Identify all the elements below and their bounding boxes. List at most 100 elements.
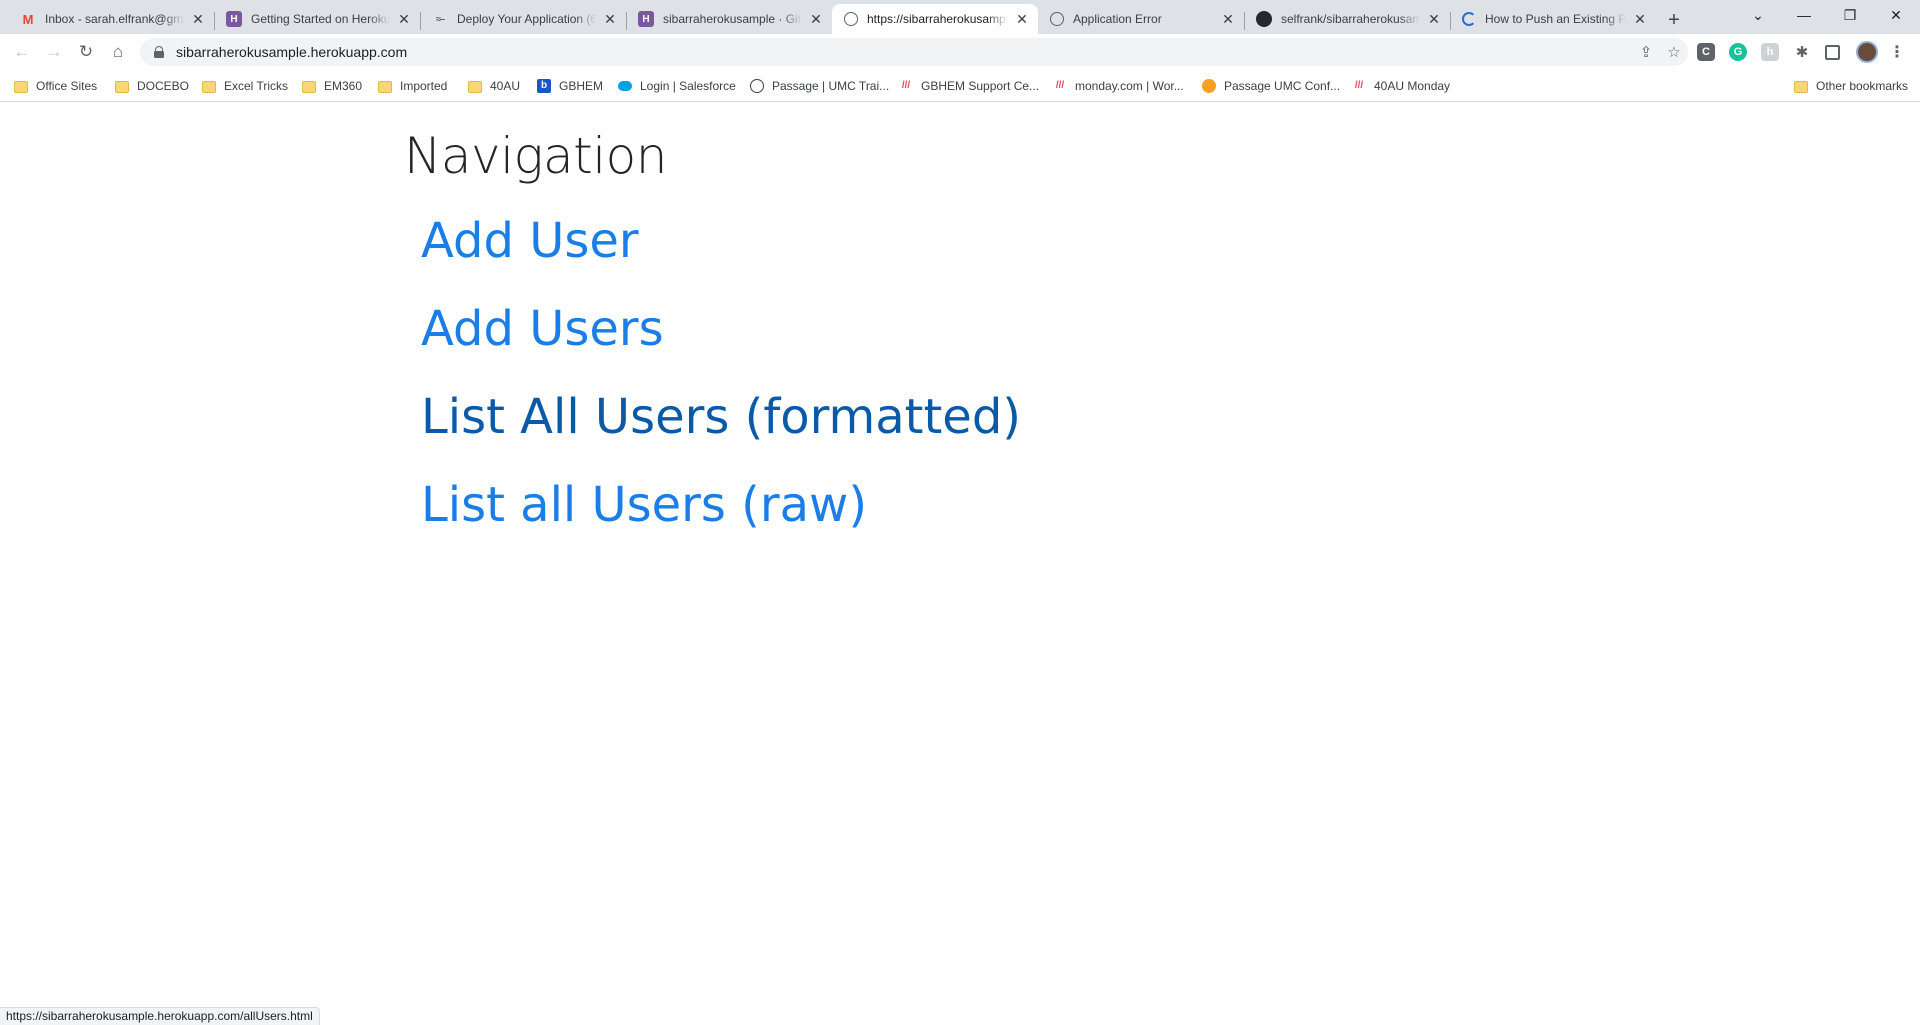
tab-github-selfrank[interactable]: selfrank/sibarraherokusample ✕ <box>1244 4 1450 34</box>
add-users-link[interactable]: Add Users <box>421 301 664 357</box>
grammarly-icon[interactable]: G <box>1729 43 1747 61</box>
close-icon[interactable]: ✕ <box>1014 11 1030 27</box>
bookmark-label: GBHEM Support Ce... <box>921 79 1040 93</box>
close-icon[interactable]: ✕ <box>808 11 824 27</box>
bookmark-gbhem[interactable]: b GBHEM <box>537 77 603 95</box>
tab-title: Inbox - sarah.elfrank@gmail.com <box>45 12 184 26</box>
github-icon <box>1256 11 1272 27</box>
globe-icon <box>844 12 858 26</box>
passage-icon <box>1202 79 1216 93</box>
bookmark-passage-umc-conf[interactable]: Passage UMC Conf... <box>1202 77 1340 95</box>
reload-icon[interactable]: ↻ <box>72 38 100 66</box>
other-bookmarks-label: Other bookmarks <box>1816 79 1909 93</box>
folder-icon <box>202 80 216 93</box>
tab-application-error[interactable]: Application Error ✕ <box>1038 4 1244 34</box>
close-icon[interactable]: ✕ <box>1220 11 1236 27</box>
side-panel-icon[interactable] <box>1825 45 1840 60</box>
globe-icon <box>750 79 764 93</box>
tab-title: Getting Started on Heroku <box>251 12 390 26</box>
tab-heroku-getting-started[interactable]: H Getting Started on Heroku ✕ <box>214 4 420 34</box>
bookmark-label: Imported <box>400 79 448 93</box>
share-icon[interactable]: ⇪ <box>1632 38 1660 66</box>
tab-title: https://sibarraherokusample <box>867 12 1008 26</box>
menu-kebab-icon[interactable]: ⋮ <box>1888 43 1906 61</box>
bookmarks-bar: Office Sites DOCEBO Excel Tricks EM360 I… <box>0 70 1920 102</box>
tab-github-repo[interactable]: H sibarraherokusample · GitHub ✕ <box>626 4 832 34</box>
monday-icon: /// <box>1354 80 1364 91</box>
bookmark-label: monday.com | Wor... <box>1075 79 1184 93</box>
bookmark-label: Login | Salesforce <box>640 79 736 93</box>
bookmark-em360[interactable]: EM360 <box>302 77 362 95</box>
bookmark-office-sites[interactable]: Office Sites <box>14 77 97 95</box>
tab-title: sibarraherokusample · GitHub <box>663 12 802 26</box>
list-all-users-raw-link[interactable]: List all Users (raw) <box>421 477 867 533</box>
tab-search-icon[interactable]: ⌄ <box>1735 0 1781 30</box>
globe-icon <box>1050 12 1064 26</box>
bookmark-label: Excel Tricks <box>224 79 289 93</box>
bookmark-label: 40AU <box>490 79 521 93</box>
bookmark-star-icon[interactable]: ☆ <box>1660 38 1688 66</box>
tab-title: How to Push an Existing Project <box>1485 12 1626 26</box>
tab-title: selfrank/sibarraherokusample <box>1281 12 1420 26</box>
bookmark-label: DOCEBO <box>137 79 190 93</box>
avatar[interactable] <box>1856 41 1878 63</box>
heroku-icon: H <box>226 11 242 27</box>
bookmark-label: GBHEM <box>559 79 604 93</box>
tab-title: Application Error <box>1073 12 1162 26</box>
page-content: Navigation Add User Add Users List All U… <box>0 103 1920 1025</box>
tab-title: Deploy Your Application (6 <box>457 12 596 26</box>
list-all-users-formatted-link[interactable]: List All Users (formatted) <box>421 389 1021 445</box>
folder-icon <box>14 80 28 93</box>
tab-gmail[interactable]: M Inbox - sarah.elfrank@gmail.com ✕ <box>8 4 214 34</box>
forward-icon[interactable]: → <box>40 38 68 66</box>
folder-icon <box>1794 80 1808 93</box>
add-user-link[interactable]: Add User <box>421 213 639 269</box>
bookmark-monday[interactable]: /// monday.com | Wor... <box>1053 77 1184 95</box>
close-icon[interactable]: ✕ <box>1632 11 1648 27</box>
back-icon[interactable]: ← <box>8 38 36 66</box>
page-title: Navigation <box>404 127 667 185</box>
bookmark-imported[interactable]: Imported <box>378 77 447 95</box>
deploy-icon: ≈– <box>436 14 445 24</box>
bookmark-40au-monday[interactable]: /// 40AU Monday <box>1352 77 1450 95</box>
tab-active-herokuapp[interactable]: https://sibarraherokusample ✕ <box>832 4 1038 34</box>
lock-icon[interactable] <box>154 46 164 58</box>
bookmark-label: 40AU Monday <box>1374 79 1451 93</box>
restore-icon[interactable]: ❐ <box>1827 0 1873 30</box>
close-icon[interactable]: ✕ <box>396 11 412 27</box>
bookmark-label: Passage UMC Conf... <box>1224 79 1341 93</box>
browser-toolbar: ← → ↻ ⌂ sibarraherokusample.herokuapp.co… <box>0 34 1920 70</box>
status-bar-url: https://sibarraherokusample.herokuapp.co… <box>0 1007 320 1025</box>
b-icon: b <box>537 79 551 93</box>
close-icon[interactable]: ✕ <box>1426 11 1442 27</box>
salesforce-icon <box>618 81 632 91</box>
bookmark-salesforce[interactable]: Login | Salesforce <box>618 77 736 95</box>
bookmark-gbhem-support[interactable]: /// GBHEM Support Ce... <box>899 77 1039 95</box>
address-url[interactable]: sibarraherokusample.herokuapp.com <box>176 44 1632 60</box>
gmail-icon: M <box>22 11 34 27</box>
window-close-icon[interactable]: ✕ <box>1873 0 1919 30</box>
push-icon <box>1462 12 1476 26</box>
heroku-icon: H <box>638 11 654 27</box>
folder-icon <box>302 80 316 93</box>
bookmark-40au[interactable]: 40AU <box>468 77 520 95</box>
new-tab-button[interactable]: + <box>1660 7 1688 35</box>
extensions-puzzle-icon[interactable]: ✱ <box>1793 43 1811 61</box>
bookmark-docebo[interactable]: DOCEBO <box>115 77 189 95</box>
monday-icon: /// <box>1055 80 1065 91</box>
other-bookmarks[interactable]: Other bookmarks <box>1794 77 1908 95</box>
bookmark-excel-tricks[interactable]: Excel Tricks <box>202 77 288 95</box>
extension-h-icon[interactable]: h <box>1761 43 1779 61</box>
close-icon[interactable]: ✕ <box>190 11 206 27</box>
bookmark-passage-umc-training[interactable]: Passage | UMC Trai... <box>750 77 889 95</box>
tab-push-project[interactable]: How to Push an Existing Project ✕ <box>1450 4 1656 34</box>
close-icon[interactable]: ✕ <box>602 11 618 27</box>
tab-deploy[interactable]: ≈– Deploy Your Application (6 ✕ <box>420 4 626 34</box>
extension-c-icon[interactable]: C <box>1697 43 1715 61</box>
bookmark-label: Office Sites <box>36 79 98 93</box>
minimize-icon[interactable]: — <box>1781 0 1827 30</box>
home-icon[interactable]: ⌂ <box>104 38 132 66</box>
bookmark-label: Passage | UMC Trai... <box>772 79 890 93</box>
folder-icon <box>468 80 482 93</box>
address-bar[interactable]: sibarraherokusample.herokuapp.com ⇪ ☆ <box>140 38 1688 66</box>
